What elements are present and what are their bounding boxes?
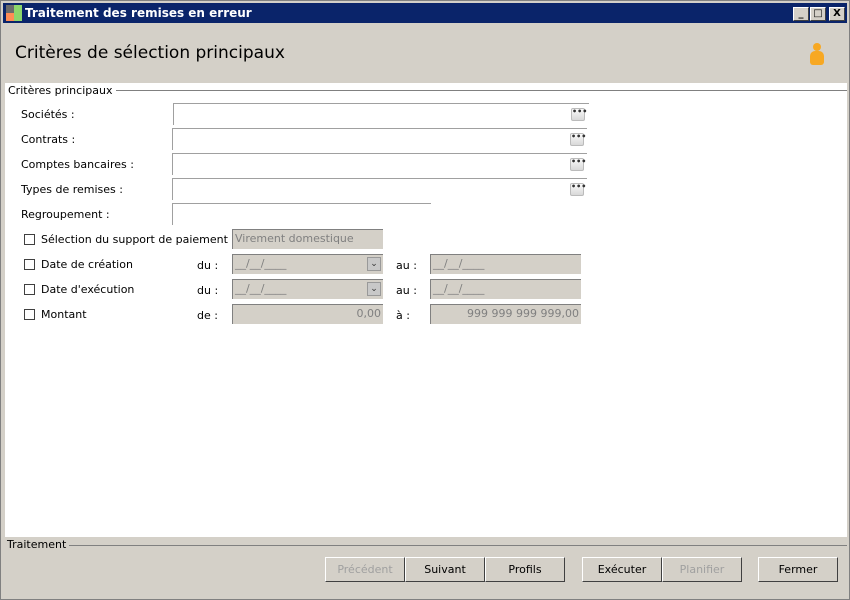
date-execution-from-input[interactable]: __/__/____ ⌄ — [232, 279, 383, 299]
chevron-down-icon[interactable]: ⌄ — [367, 282, 381, 296]
types-browse-button[interactable]: ••• — [570, 183, 586, 196]
window-title: Traitement des remises en erreur — [25, 6, 252, 20]
types-input[interactable] — [172, 178, 587, 200]
societes-label: Sociétés : — [21, 108, 75, 121]
maximize-button[interactable]: □ — [810, 7, 826, 21]
chevron-down-icon[interactable]: ⌄ — [367, 257, 381, 271]
section-title: Critères principaux — [8, 84, 117, 97]
date-creation-from-value: __/__/____ — [235, 257, 287, 270]
societes-input[interactable] — [173, 103, 589, 125]
minimize-button[interactable]: _ — [793, 7, 809, 21]
date-execution-from-label: du : — [197, 284, 219, 297]
criteria-panel: Critères principaux Sociétés : ••• Contr… — [5, 83, 847, 537]
page-title: Critères de sélection principaux — [15, 43, 285, 63]
date-creation-from-input[interactable]: __/__/____ ⌄ — [232, 254, 383, 274]
montant-checkbox[interactable] — [24, 309, 35, 320]
montant-to-label: à : — [396, 309, 410, 322]
schedule-button[interactable]: Planifier — [662, 557, 742, 582]
date-creation-from-label: du : — [197, 259, 219, 272]
footer: Traitement Précédent Suivant Profils Exé… — [5, 537, 847, 597]
date-execution-checkbox[interactable] — [24, 284, 35, 295]
support-label: Sélection du support de paiement — [41, 233, 228, 246]
header: Critères de sélection principaux — [3, 23, 847, 83]
contrats-input[interactable] — [172, 128, 587, 150]
support-input[interactable]: Virement domestique — [232, 229, 383, 249]
comptes-label: Comptes bancaires : — [21, 158, 134, 171]
contrats-label: Contrats : — [21, 133, 76, 146]
support-checkbox[interactable] — [24, 234, 35, 245]
date-execution-to-input[interactable]: __/__/____ — [430, 279, 581, 299]
app-icon — [6, 5, 22, 21]
contrats-browse-button[interactable]: ••• — [570, 133, 586, 146]
user-icon[interactable] — [809, 43, 825, 67]
societes-browse-button[interactable]: ••• — [571, 108, 587, 121]
window: Traitement des remises en erreur _ □ X C… — [0, 0, 850, 600]
execute-button[interactable]: Exécuter — [582, 557, 662, 582]
close-window-button[interactable]: X — [829, 7, 845, 21]
montant-label: Montant — [41, 308, 87, 321]
close-button[interactable]: Fermer — [758, 557, 838, 582]
date-execution-to-label: au : — [396, 284, 417, 297]
title-bar: Traitement des remises en erreur _ □ X — [3, 3, 847, 23]
regroupement-input[interactable] — [172, 203, 431, 225]
types-label: Types de remises : — [21, 183, 123, 196]
next-button[interactable]: Suivant — [405, 557, 485, 582]
date-creation-label: Date de création — [41, 258, 133, 271]
date-creation-to-label: au : — [396, 259, 417, 272]
date-execution-from-value: __/__/____ — [235, 282, 287, 295]
previous-button[interactable]: Précédent — [325, 557, 405, 582]
comptes-browse-button[interactable]: ••• — [570, 158, 586, 171]
profiles-button[interactable]: Profils — [485, 557, 565, 582]
date-execution-label: Date d'exécution — [41, 283, 135, 296]
comptes-input[interactable] — [172, 153, 587, 175]
date-creation-to-input[interactable]: __/__/____ — [430, 254, 581, 274]
date-creation-checkbox[interactable] — [24, 259, 35, 270]
montant-from-input[interactable]: 0,00 — [232, 304, 383, 324]
regroupement-label: Regroupement : — [21, 208, 110, 221]
montant-to-input[interactable]: 999 999 999 999,00 — [430, 304, 581, 324]
footer-section-title: Traitement — [7, 538, 70, 551]
montant-from-label: de : — [197, 309, 218, 322]
